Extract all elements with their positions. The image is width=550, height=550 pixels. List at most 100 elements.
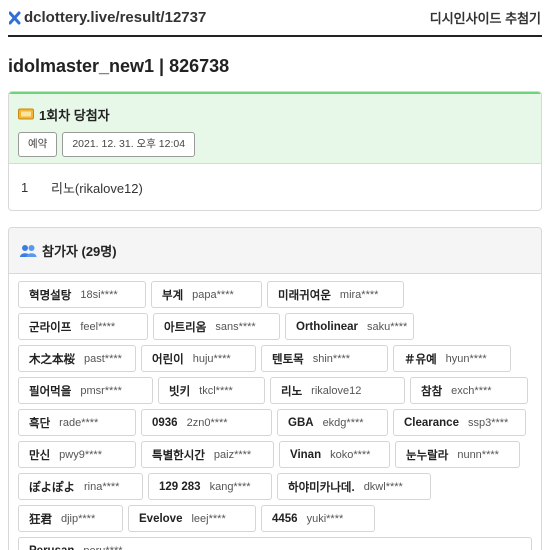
participant-name: 리노 xyxy=(281,385,303,398)
participant-chip: Clearance ssp3**** xyxy=(393,409,526,436)
participant-name: 129 283 xyxy=(159,480,201,493)
participant-chip: GBA ekdg**** xyxy=(277,409,388,436)
page: dclottery.live/result/12737 디시인사이드 추첨기 i… xyxy=(0,0,550,550)
participant-chip: 狂君 djip**** xyxy=(18,505,123,532)
participant-id: ekdg**** xyxy=(322,416,364,429)
participant-name: 참참 xyxy=(421,385,443,398)
participant-name: 눈누랄라 xyxy=(406,449,449,462)
participant-chip: 0936 2zn0**** xyxy=(141,409,272,436)
participant-chip: 필어먹을 pmsr**** xyxy=(18,377,153,404)
winner-title: 1회차 당첨자 xyxy=(18,103,532,125)
participant-chip: 참참 exch**** xyxy=(410,377,528,404)
participant-id: rikalove12 xyxy=(311,384,362,397)
participant-name: 흑단 xyxy=(29,417,51,430)
site-name-link[interactable]: 디시인사이드 추첨기 xyxy=(430,8,541,27)
winner-header: 1회차 당첨자 예약 2021. 12. 31. 오후 12:04 xyxy=(9,92,541,164)
participant-chip: 빗키 tkcl**** xyxy=(158,377,265,404)
participant-id: djip**** xyxy=(61,512,96,525)
participant-chip: Perusan peru**** xyxy=(18,537,532,550)
ticket-icon xyxy=(18,108,34,120)
participant-chip: Vinan koko**** xyxy=(279,441,390,468)
participant-name: 필어먹을 xyxy=(29,385,72,398)
participant-chip: ぽよぽよ rina**** xyxy=(18,473,143,500)
participant-id: leej**** xyxy=(191,512,226,525)
participant-name: 木之本桜 xyxy=(29,353,75,366)
winner-title-text: 1회차 당첨자 xyxy=(39,107,110,123)
participant-name: 특별한시간 xyxy=(152,449,205,462)
participant-name: 어린이 xyxy=(152,353,184,366)
home-link[interactable]: dclottery.live/result/12737 xyxy=(9,9,206,26)
participant-id: exch**** xyxy=(451,384,492,397)
participant-id: saku**** xyxy=(366,320,408,333)
winner-tags: 예약 2021. 12. 31. 오후 12:04 xyxy=(18,132,532,157)
participant-chip: 미래귀여운 mira**** xyxy=(267,281,404,308)
participant-grid: 혁명설탕 18si**** 부계 papa**** 미래귀여운 mira**** 군라이프 f… xyxy=(9,274,541,550)
participant-id: dkwl**** xyxy=(363,480,403,493)
participant-id: hyun**** xyxy=(445,352,487,365)
participant-chip: Ortholinear saku**** xyxy=(285,313,414,340)
participants-title: 참가자 (29명) xyxy=(42,244,117,259)
participant-name: 빗키 xyxy=(169,385,191,398)
participants-header: 참가자 (29명) xyxy=(9,228,541,274)
participant-chip: 만신 pwy9**** xyxy=(18,441,136,468)
participant-id: 18si**** xyxy=(80,288,118,301)
participant-name: 만신 xyxy=(29,449,51,462)
participant-id: mira**** xyxy=(339,288,379,301)
participant-id: huju**** xyxy=(192,352,231,365)
participant-name: ぽよぽよ xyxy=(29,481,75,494)
participant-chip: 흑단 rade**** xyxy=(18,409,136,436)
winner-row: 1 리노(rikalove12) xyxy=(9,164,541,210)
participant-id: koko**** xyxy=(330,448,371,461)
url-text: dclottery.live/result/12737 xyxy=(24,9,207,26)
participant-id: kang**** xyxy=(209,480,251,493)
people-icon xyxy=(20,244,37,257)
participant-chip: 하야미카나데. dkwl**** xyxy=(277,473,431,500)
participant-chip: 아트리옴 sans**** xyxy=(153,313,280,340)
participant-name: Ortholinear xyxy=(296,320,358,333)
participant-name: 0936 xyxy=(152,416,178,429)
participant-id: rina**** xyxy=(84,480,120,493)
participant-id: feel**** xyxy=(80,320,116,333)
participant-chip: 4456 yuki**** xyxy=(261,505,375,532)
participant-name: 군라이프 xyxy=(29,321,72,334)
participant-chip: 木之本桜 past**** xyxy=(18,345,136,372)
reservation-tag: 예약 xyxy=(18,132,58,157)
participant-chip: 129 283 kang**** xyxy=(148,473,272,500)
participant-id: tkcl**** xyxy=(199,384,233,397)
participant-chip: 특별한시간 paiz**** xyxy=(141,441,274,468)
winner-card: 1회차 당첨자 예약 2021. 12. 31. 오후 12:04 1 리노(r… xyxy=(8,91,542,211)
participant-name: 미래귀여운 xyxy=(278,289,331,302)
winner-name: 리노(rikalove12) xyxy=(51,180,143,196)
participant-id: peru**** xyxy=(83,545,122,550)
datetime-tag: 2021. 12. 31. 오후 12:04 xyxy=(62,132,196,157)
participant-id: paiz**** xyxy=(213,448,252,461)
participant-chip: 리노 rikalove12 xyxy=(270,377,405,404)
participant-name: Evelove xyxy=(139,512,183,525)
participant-name: 4456 xyxy=(272,512,298,525)
participant-name: 狂君 xyxy=(29,513,52,526)
participant-name: Clearance xyxy=(404,416,459,429)
participant-name: ＃유예 xyxy=(404,353,437,366)
participant-name: 부계 xyxy=(162,289,184,302)
participant-id: 2zn0**** xyxy=(186,416,228,429)
page-title: idolmaster_new1 | 826738 xyxy=(8,56,230,76)
participant-id: yuki**** xyxy=(306,512,344,525)
participant-chip: 어린이 huju**** xyxy=(141,345,256,372)
participant-id: rade**** xyxy=(59,416,99,429)
participant-chip: 눈누랄라 nunn**** xyxy=(395,441,520,468)
logo-icon xyxy=(9,11,21,25)
participant-id: papa**** xyxy=(192,288,234,301)
participants-card: 참가자 (29명) 혁명설탕 18si**** 부계 papa**** 미래귀여운 mir… xyxy=(8,227,542,550)
participant-name: 아트리옴 xyxy=(164,321,207,334)
winner-rank: 1 xyxy=(21,179,29,195)
participant-id: pmsr**** xyxy=(80,384,122,397)
participant-id: shin**** xyxy=(312,352,351,365)
participant-chip: Evelove leej**** xyxy=(128,505,256,532)
participant-chip: 부계 papa**** xyxy=(151,281,262,308)
participant-name: 하야미카나데. xyxy=(288,481,355,494)
participant-name: Perusan xyxy=(29,545,74,550)
participant-name: 혁명설탕 xyxy=(29,289,72,302)
participant-name: Vinan xyxy=(290,448,322,461)
participant-id: sans**** xyxy=(215,320,256,333)
participant-chip: ＃유예 hyun**** xyxy=(393,345,511,372)
